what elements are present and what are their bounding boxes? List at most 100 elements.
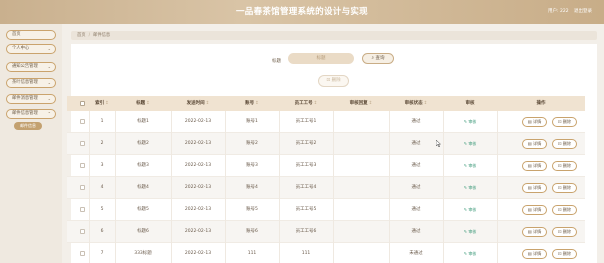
header-reply[interactable]: 审核回复↕: [333, 96, 389, 111]
delete-button-label: 删除: [562, 163, 572, 168]
logout-link[interactable]: 退出登录: [574, 9, 592, 14]
cell-status: 通过: [411, 185, 421, 190]
review-link[interactable]: ✎ 审核: [464, 163, 477, 168]
row-checkbox[interactable]: [80, 229, 85, 234]
cell-time: 2022-02-13: [184, 163, 212, 168]
search-button[interactable]: ⌕ 查询: [362, 53, 394, 64]
cell-time: 2022-02-13: [184, 207, 212, 212]
cell-time: 2022-02-13: [184, 141, 212, 146]
header-status[interactable]: 审核状态↕: [389, 96, 443, 111]
delete-button[interactable]: ⊡ 删除: [552, 183, 577, 193]
row-checkbox[interactable]: [80, 185, 85, 190]
detail-button[interactable]: ▤ 详情: [522, 183, 547, 193]
top-bar: 一品春茶馆管理系统的设计与实现 用户: 222 退出登录: [0, 0, 604, 24]
chevron-down-icon: ⌄: [47, 96, 51, 101]
header-time[interactable]: 发送时间↕: [171, 96, 225, 111]
review-link[interactable]: ✎ 审核: [464, 185, 477, 190]
sidebar: 首页 个人中心 ⌄ 通知公告管理 ⌄ 茶叶信息管理 ⌄ 邮件消息管理 ⌄ 邮件信…: [0, 24, 62, 263]
delete-button-label: 删除: [562, 207, 572, 212]
detail-button[interactable]: ▤ 详情: [522, 161, 547, 171]
breadcrumb-home[interactable]: 首页: [77, 33, 86, 38]
sidebar-subitem-mail-info[interactable]: 邮件信息: [14, 122, 42, 130]
detail-button[interactable]: ▤ 详情: [522, 205, 547, 215]
review-link[interactable]: ✎ 审核: [464, 229, 477, 234]
cell-reply: [333, 243, 389, 263]
cell-title: 标题1: [137, 119, 149, 124]
user-label: 用户: 222: [548, 9, 569, 14]
delete-button[interactable]: ⊡ 删除: [552, 117, 577, 127]
review-link[interactable]: ✎ 审核: [464, 119, 477, 124]
delete-button[interactable]: ⊡ 删除: [552, 205, 577, 215]
header-title[interactable]: 标题↕: [115, 96, 171, 111]
cell-review: ✎ 审核: [443, 155, 497, 177]
detail-button[interactable]: ▤ 详情: [522, 227, 547, 237]
cell-emp: 员工工号4: [295, 185, 317, 190]
header-account[interactable]: 账号↕: [225, 96, 279, 111]
row-checkbox[interactable]: [80, 163, 85, 168]
detail-button-label: 详情: [532, 119, 542, 124]
sidebar-item-personal[interactable]: 个人中心 ⌄: [6, 44, 56, 54]
detail-button-label: 详情: [532, 163, 542, 168]
cell-review: ✎ 审核: [443, 199, 497, 221]
cell-index: 6: [100, 229, 104, 234]
detail-button-label: 详情: [532, 185, 542, 190]
delete-button-label: 删除: [562, 251, 572, 256]
cell-reply: [333, 199, 389, 221]
detail-button[interactable]: ▤ 详情: [522, 117, 547, 127]
review-label: 审核: [468, 229, 477, 234]
user-info: 用户: 222 退出登录: [544, 8, 592, 14]
sidebar-item-label: 个人中心: [12, 46, 30, 51]
chevron-down-icon: ⌄: [47, 64, 51, 69]
cell-reply: [333, 177, 389, 199]
column-divider: [497, 111, 498, 133]
delete-button-label: 删除: [562, 229, 572, 234]
sidebar-item-label: 首页: [12, 32, 21, 37]
review-label: 审核: [468, 141, 477, 146]
cell-title: 标题2: [137, 141, 149, 146]
header-index[interactable]: 索引↕: [89, 96, 115, 111]
delete-button[interactable]: ⊡ 删除: [552, 227, 577, 237]
sidebar-item-notice[interactable]: 通知公告管理 ⌄: [6, 62, 56, 72]
review-link[interactable]: ✎ 审核: [464, 207, 477, 212]
table-row: 2 标题2 2022-02-13 账号2 员工工号2 通过 ✎ 审核 ▤ 详情 ⊡ 删除: [67, 133, 585, 155]
detail-button-label: 详情: [532, 207, 542, 212]
delete-button[interactable]: ⊡ 删除: [552, 139, 577, 149]
cell-status: 通过: [411, 207, 421, 212]
sidebar-item-home[interactable]: 首页: [6, 30, 56, 40]
cell-emp: 员工工号1: [295, 119, 317, 124]
chevron-down-icon: ⌄: [47, 80, 51, 85]
cell-time: 2022-02-13: [184, 119, 212, 124]
sidebar-item-mail-info[interactable]: 邮件信息管理 ⌃: [6, 109, 56, 119]
search-label: 标题: [272, 59, 281, 64]
row-checkbox[interactable]: [80, 141, 85, 146]
header-review: 审核: [465, 101, 475, 106]
row-checkbox[interactable]: [80, 251, 85, 256]
cell-review: ✎ 审核: [443, 177, 497, 199]
table-row: 1 标题1 2022-02-13 账号1 员工工号1 通过 ✎ 审核 ▤ 详情 ⊡ 删除: [67, 111, 585, 133]
search-input[interactable]: 标题: [288, 53, 354, 64]
cell-index: 1: [100, 119, 104, 124]
header-employee[interactable]: 员工工号↕: [279, 96, 333, 111]
row-checkbox[interactable]: [80, 119, 85, 124]
delete-button-label: 删除: [562, 141, 572, 146]
review-label: 审核: [468, 119, 477, 124]
bulk-delete-label: 删除: [331, 78, 341, 83]
cell-index: 4: [100, 185, 104, 190]
delete-button[interactable]: ⊡ 删除: [552, 161, 577, 171]
cell-index: 2: [100, 141, 104, 146]
review-link[interactable]: ✎ 审核: [464, 251, 477, 256]
select-all-checkbox[interactable]: [80, 101, 85, 106]
column-divider: [497, 243, 498, 263]
chevron-up-icon: ⌃: [47, 111, 51, 116]
bulk-delete-button[interactable]: ⊡ 删除: [318, 75, 349, 87]
cell-index: 3: [100, 163, 104, 168]
row-checkbox[interactable]: [80, 207, 85, 212]
sidebar-item-tea[interactable]: 茶叶信息管理 ⌄: [6, 78, 56, 88]
delete-button[interactable]: ⊡ 删除: [552, 249, 577, 259]
detail-button[interactable]: ▤ 详情: [522, 249, 547, 259]
review-link[interactable]: ✎ 审核: [464, 141, 477, 146]
detail-button[interactable]: ▤ 详情: [522, 139, 547, 149]
sidebar-item-mail-message[interactable]: 邮件消息管理 ⌄: [6, 94, 56, 104]
cell-account: 账号5: [246, 207, 258, 212]
header-actions: 操作: [536, 101, 546, 106]
